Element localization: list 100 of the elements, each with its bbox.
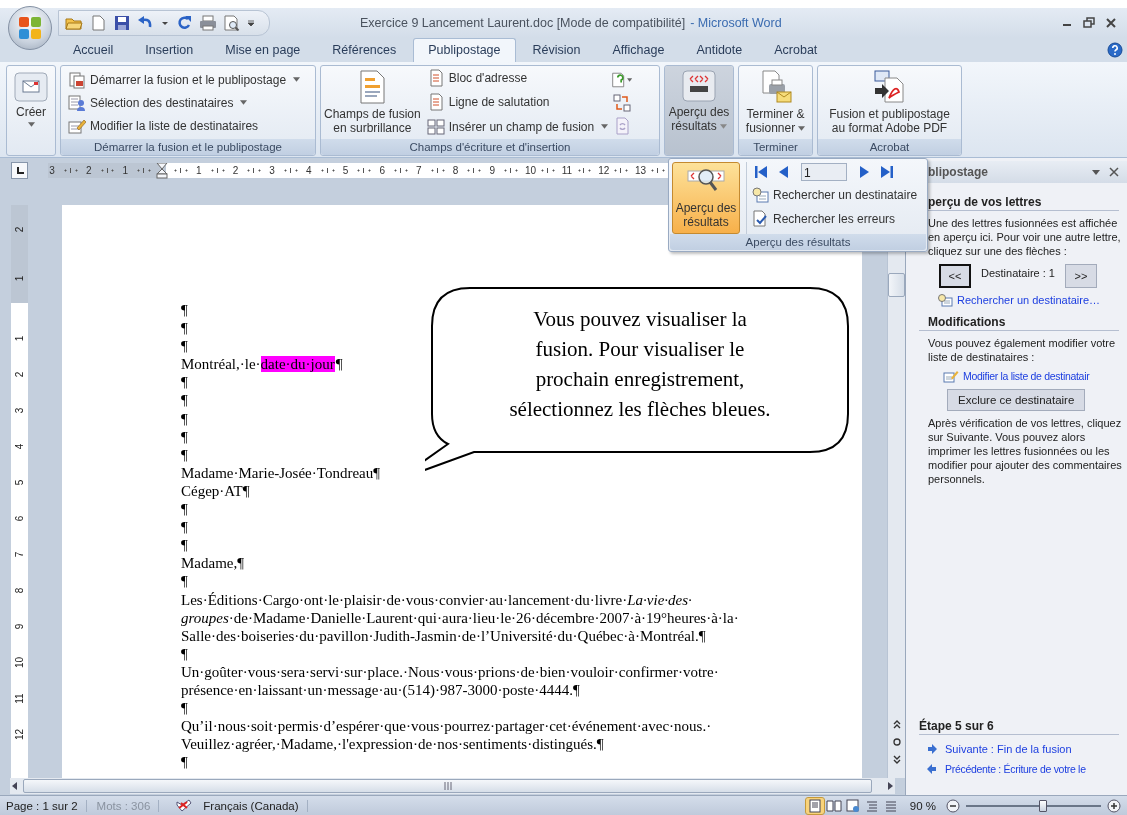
- ruler-number: 2: [231, 165, 240, 176]
- document-line: ¶: [181, 501, 188, 518]
- ruler-number: 12: [598, 165, 607, 176]
- office-logo-icon: [17, 15, 43, 41]
- save-icon[interactable]: [113, 15, 131, 31]
- language-status[interactable]: Français (Canada): [203, 799, 308, 812]
- edit-list-link[interactable]: Modifier la liste de destinatair: [963, 370, 1090, 382]
- restore-icon[interactable]: [1083, 17, 1095, 29]
- next-button[interactable]: >>: [1065, 264, 1097, 288]
- ribbon-button[interactable]: Démarrer la fusion et le publipostage: [65, 69, 311, 90]
- app-name: - Microsoft Word: [690, 16, 782, 30]
- ruler-number: 2: [14, 371, 25, 378]
- document-line: ¶: [181, 410, 188, 427]
- ribbon-button[interactable]: Modifier la liste de destinataires: [65, 115, 311, 136]
- document-question-icon[interactable]: [611, 70, 634, 89]
- create-button[interactable]: Créer: [11, 66, 51, 129]
- grid-arrows-icon[interactable]: [611, 93, 634, 112]
- find-recipient-link[interactable]: Rechercher un destinataire…: [957, 294, 1101, 306]
- exclude-button[interactable]: Exclure ce destinataire: [947, 389, 1086, 411]
- highlight-fields-button[interactable]: Champs de fusion en surbrillance: [321, 66, 424, 139]
- ruler-number: 2: [14, 226, 25, 233]
- ribbon-tab[interactable]: Références: [317, 38, 412, 62]
- customize-caret-icon[interactable]: [247, 19, 255, 27]
- ribbon-button[interactable]: Insérer un champ de fusion: [423, 116, 612, 137]
- previous-step-link[interactable]: Précédente : Écriture de votre le: [945, 763, 1086, 775]
- close-icon[interactable]: [1105, 17, 1117, 29]
- check-errors-button[interactable]: Rechercher les erreurs: [751, 208, 924, 230]
- reading-view-icon[interactable]: [824, 797, 843, 814]
- pdf-merge-button[interactable]: Fusion et publipostage au format Adobe PDF: [826, 66, 953, 139]
- preview-results-button[interactable]: Aperçu des résultats: [665, 66, 733, 155]
- ruler-number: 3: [14, 407, 25, 414]
- grip-icon: [442, 782, 453, 790]
- ruler-number: 5: [341, 165, 350, 176]
- tab-selector[interactable]: [11, 162, 28, 179]
- pane-text: Une des lettres fusionnées est affichée en aperçu ici. Pour voir une autre lettre, cliquez sur une des flèches :: [928, 216, 1122, 258]
- finish-merge-button[interactable]: Terminer & fusionner: [742, 66, 809, 139]
- document-line: ¶: [181, 754, 188, 771]
- page-count[interactable]: Page : 1 sur 2: [6, 799, 87, 812]
- ribbon-button[interactable]: Bloc d'adresse: [423, 68, 612, 89]
- ribbon-tab[interactable]: Mise en page: [210, 38, 316, 62]
- office-button[interactable]: [8, 6, 52, 50]
- ruler-number: 6: [378, 165, 386, 176]
- left-arrow-icon[interactable]: [10, 781, 20, 791]
- document-line: Qu’il·nous·soit·permis·d’espérer·que·vous·pourrez·partager·cet·événement·avec·nous.·: [181, 718, 712, 735]
- print-view-icon[interactable]: [805, 797, 824, 814]
- document-line: ¶: [181, 519, 188, 536]
- new-document-icon[interactable]: [89, 15, 107, 31]
- document-line: ¶: [181, 446, 188, 463]
- web-view-icon[interactable]: [843, 797, 862, 814]
- pdf-document-icon: [872, 70, 907, 104]
- dropdown-icon[interactable]: [1091, 167, 1101, 177]
- previous-button[interactable]: <<: [939, 264, 971, 288]
- ruler-number: 12: [14, 728, 25, 741]
- ribbon-button[interactable]: Sélection des destinataires: [65, 92, 311, 113]
- find-recipient-icon: [751, 186, 769, 204]
- ruler-number: 5: [14, 479, 25, 486]
- scroll-thumb[interactable]: [23, 779, 872, 793]
- ribbon-button[interactable]: Ligne de salutation: [423, 92, 612, 113]
- scroll-thumb[interactable]: [888, 273, 905, 297]
- ribbon-tab[interactable]: Révision: [517, 38, 596, 62]
- preview-results-button[interactable]: Aperçu des résultats: [672, 162, 740, 234]
- ribbon-tab[interactable]: Affichage: [597, 38, 680, 62]
- ribbon-tab[interactable]: Publipostage: [413, 38, 516, 62]
- ruler-number: 9: [14, 623, 25, 630]
- slider-thumb[interactable]: [1038, 799, 1047, 812]
- ruler-number: 7: [14, 551, 25, 558]
- caret-icon[interactable]: [161, 19, 169, 27]
- recipient-label: Destinataire : 1: [981, 267, 1055, 279]
- horizontal-scrollbar[interactable]: [10, 778, 895, 794]
- envelope-icon: [14, 72, 48, 102]
- record-number-field[interactable]: 1: [801, 163, 847, 181]
- ribbon-tab[interactable]: Insertion: [130, 38, 209, 62]
- close-icon[interactable]: [1109, 167, 1119, 177]
- document-line: Cégep·AT¶: [181, 482, 250, 499]
- grid-icon: [426, 117, 445, 136]
- redo-icon[interactable]: [175, 15, 193, 31]
- proofing-icon[interactable]: [175, 798, 194, 813]
- section-heading: Modifications: [919, 307, 1119, 331]
- right-arrow-icon[interactable]: [885, 781, 895, 791]
- ribbon-tab[interactable]: Acrobat: [759, 38, 833, 62]
- ribbon-tab[interactable]: Accueil: [58, 38, 129, 62]
- folder-icon[interactable]: [65, 15, 83, 31]
- ruler-number: 1: [194, 165, 203, 176]
- browse-buttons-icon[interactable]: [890, 718, 903, 766]
- print-preview-icon[interactable]: [223, 15, 241, 31]
- ribbon-tab[interactable]: Antidote: [681, 38, 758, 62]
- zoom-in-icon[interactable]: [1107, 798, 1121, 813]
- document-line: ¶: [181, 428, 188, 445]
- indent-marker-icon[interactable]: [156, 162, 169, 179]
- document-line: ¶: [181, 338, 188, 355]
- ruler-number: 6: [14, 515, 25, 522]
- ruler-number: 7: [415, 165, 423, 176]
- printer-icon[interactable]: [199, 15, 217, 31]
- next-step-link[interactable]: Suivante : Fin de la fusion: [945, 743, 1072, 755]
- zoom-level[interactable]: 90 %: [909, 799, 936, 812]
- help-icon[interactable]: [1107, 42, 1123, 58]
- people-list-icon: [68, 93, 86, 112]
- zoom-out-icon[interactable]: [946, 798, 960, 813]
- ruler-number: 9: [488, 165, 497, 176]
- group-label: Aperçu des résultats: [670, 234, 926, 250]
